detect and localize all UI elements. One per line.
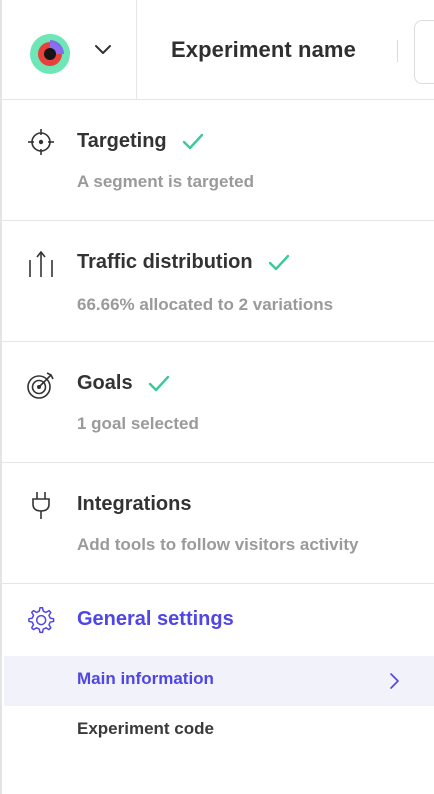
check-icon: [148, 375, 170, 391]
target-logo-icon[interactable]: [28, 28, 76, 76]
subitem-label: Experiment code: [77, 719, 214, 738]
header-action-button[interactable]: [414, 20, 434, 84]
check-icon: [183, 133, 204, 149]
section-goals[interactable]: Goals 1 goal selected: [2, 342, 434, 463]
subitem-label: Main information: [77, 669, 214, 688]
section-title: Targeting: [77, 130, 204, 153]
check-icon: [268, 254, 290, 270]
section-title-text: Traffic distribution: [77, 251, 253, 273]
dartboard-icon: [27, 372, 54, 399]
logo-area: [2, 0, 137, 100]
gear-icon: [28, 607, 55, 634]
section-subtitle: 1 goal selected: [77, 414, 199, 433]
experiment-name-title[interactable]: Experiment name: [171, 37, 356, 63]
section-title: Integrations: [77, 493, 192, 515]
section-subtitle: A segment is targeted: [77, 172, 254, 191]
traffic-arrows-icon: [29, 250, 53, 277]
section-title: Traffic distribution: [77, 251, 290, 274]
section-title: Goals: [77, 372, 170, 395]
chevron-down-icon[interactable]: [94, 44, 112, 56]
section-targeting[interactable]: Targeting A segment is targeted: [2, 100, 434, 221]
subitem-experiment-code[interactable]: Experiment code: [4, 706, 434, 756]
sidebar-panel: Experiment name Targeting A segment is t…: [0, 0, 434, 794]
section-subtitle: 66.66% allocated to 2 variations: [77, 295, 334, 314]
header-divider: [397, 40, 398, 62]
section-title-text: Goals: [77, 372, 133, 394]
section-subtitle: Add tools to follow visitors activity: [77, 535, 359, 554]
plug-icon: [32, 492, 50, 519]
general-settings-title[interactable]: General settings: [77, 608, 234, 631]
panel-header: Experiment name: [2, 0, 434, 100]
section-general-settings: General settings Main information Experi…: [2, 584, 434, 794]
subitem-main-information[interactable]: Main information: [4, 656, 434, 706]
section-integrations[interactable]: Integrations Add tools to follow visitor…: [2, 463, 434, 584]
crosshair-icon: [28, 129, 54, 155]
chevron-right-icon: [390, 673, 399, 689]
section-traffic-distribution[interactable]: Traffic distribution 66.66% allocated to…: [2, 221, 434, 342]
section-title-text: Targeting: [77, 130, 167, 152]
